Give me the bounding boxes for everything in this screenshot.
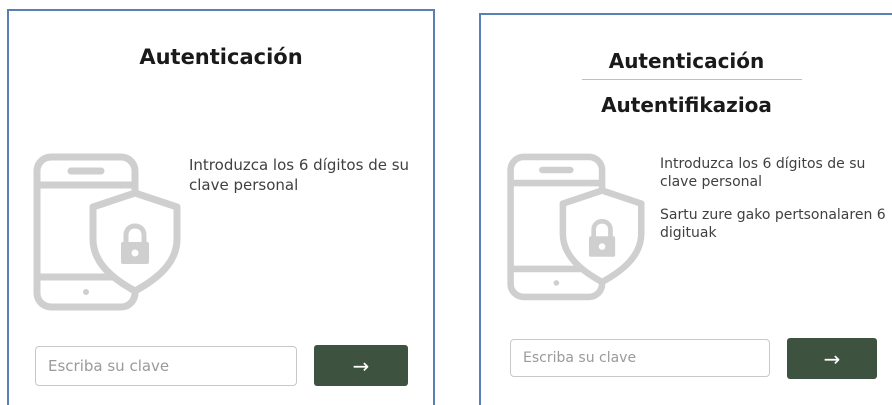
instruction-text-spanish: Introduzca los 6 dígitos de su clave per…: [660, 156, 866, 191]
auth-panel-bilingual: Autenticación Autentifikazioa Introduzca…: [479, 13, 892, 405]
auth-panel-spanish: Autenticación Introduzca los 6 dígitos d…: [7, 9, 435, 405]
password-input[interactable]: Escriba su clave: [35, 346, 297, 386]
submit-button[interactable]: →: [314, 345, 408, 386]
arrow-right-icon: →: [352, 353, 370, 378]
arrow-right-icon: →: [823, 346, 841, 371]
phone-shield-lock-icon: [33, 153, 181, 311]
submit-button[interactable]: →: [787, 338, 877, 379]
password-input[interactable]: Escriba su clave: [510, 339, 770, 377]
password-input-placeholder: Escriba su clave: [48, 357, 170, 375]
password-input-placeholder: Escriba su clave: [523, 350, 637, 366]
page-title: Autenticación: [139, 45, 303, 69]
title-divider: [582, 79, 802, 80]
page-title-basque: Autentifikazioa: [601, 93, 772, 117]
instruction-text-basque: Sartu zure gako pertsonalaren 6 digituak: [660, 207, 886, 242]
instruction-text: Introduzca los 6 dígitos de su clave per…: [189, 156, 410, 194]
page-title-spanish: Autenticación: [608, 49, 765, 73]
phone-shield-lock-icon: [507, 153, 645, 301]
